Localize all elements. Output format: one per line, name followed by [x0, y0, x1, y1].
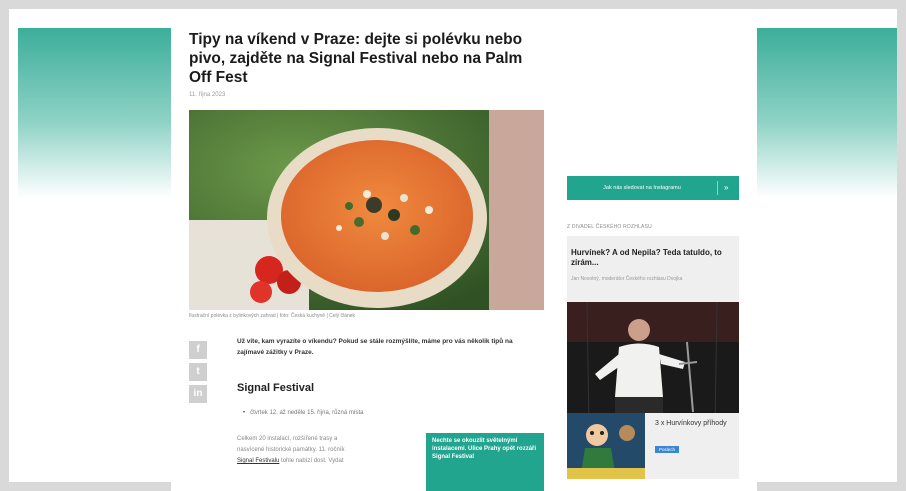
article-photo[interactable]	[189, 110, 544, 310]
linkedin-share-button[interactable]: in	[189, 385, 207, 403]
sidebar-audio-card[interactable]: 3 x Hurvínkovy příhody Poslech	[567, 413, 739, 479]
sidebar-article-card[interactable]: Hurvínek? A od Nepila? Teda tatuldo, to …	[567, 236, 739, 302]
puppet-illustration	[567, 413, 645, 479]
linkedin-icon: in	[193, 388, 203, 399]
article-date: 11. října 2023	[189, 92, 226, 98]
background-banner-right	[757, 28, 897, 198]
performer-photo-illustration	[567, 302, 739, 428]
follow-button-label: Jak nás sledovat na Instagramu	[603, 185, 681, 191]
promo-box[interactable]: Nechte se okouzlit světelnými instalacem…	[426, 433, 544, 491]
listen-badge[interactable]: Poslech	[655, 446, 680, 453]
facebook-share-button[interactable]: f	[189, 341, 207, 359]
body-line: Signal Festivalu tohle nabízí dost. Vyda…	[237, 458, 344, 464]
sidebar-section-heading: Z DIVADEL ČESKÉHO ROZHLASU	[567, 224, 652, 230]
event-date-bullet: čtvrtek 12. až neděle 15. října, různá m…	[243, 410, 363, 416]
sidebar-photo[interactable]	[567, 302, 739, 428]
twitter-icon: t	[196, 366, 200, 377]
body-line: Celkem 20 instalací, rozšířené trasy a	[237, 436, 338, 442]
article-body: Celkem 20 instalací, rozšířené trasy a n…	[237, 434, 429, 467]
chevron-right-icon: »	[724, 183, 729, 192]
sidebar-card-subtitle: Jan Novotný, moderátor Českého rozhlasu …	[571, 276, 683, 282]
article-title: Tipy na víkend v Praze: dejte si polévku…	[189, 31, 523, 86]
audio-card-title[interactable]: 3 x Hurvínkovy příhody	[655, 419, 735, 428]
facebook-icon: f	[196, 344, 200, 355]
audio-thumbnail[interactable]	[567, 413, 645, 479]
divider	[717, 181, 718, 195]
twitter-share-button[interactable]: t	[189, 363, 207, 381]
signal-festival-link[interactable]: Signal Festivalu	[237, 458, 279, 464]
photo-caption: Ilustrační polévka z bylinkových zahrad …	[189, 313, 356, 319]
instagram-follow-button[interactable]: Jak nás sledovat na Instagramu »	[567, 176, 739, 200]
background-banner-left	[18, 28, 171, 198]
soup-photo-illustration	[189, 110, 544, 310]
article-intro: Už víte, kam vyrazíte o víkendu? Pokud s…	[237, 338, 513, 356]
body-line: nasvícené historické památky. 11. ročník	[237, 447, 345, 453]
sidebar-card-title[interactable]: Hurvínek? A od Nepila? Teda tatuldo, to …	[571, 248, 735, 268]
section-heading: Signal Festival	[237, 382, 315, 394]
article-page: Tipy na víkend v Praze: dejte si polévku…	[171, 18, 757, 491]
